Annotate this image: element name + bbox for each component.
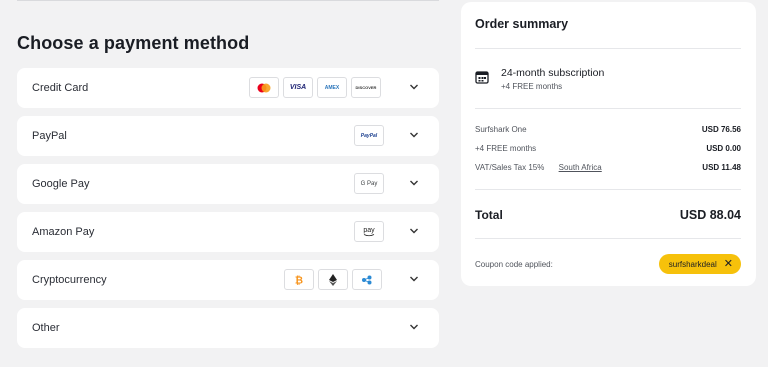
line-item-label: +4 FREE months [475,144,537,153]
divider [475,189,741,190]
payment-method-label: PayPal [32,130,67,142]
amazon-pay-logos: pay [354,221,384,242]
chevron-down-icon [410,324,418,330]
payment-method-list: Credit Card VISA AMEX DISCOVER PayPal Pa… [17,68,439,356]
payment-method-label: Cryptocurrency [32,274,107,286]
order-summary-title: Order summary [475,17,569,31]
coupon-code: surfsharkdeal [668,259,717,269]
mastercard-icon [249,77,279,98]
divider [475,48,741,49]
chevron-down-icon [410,180,418,186]
plan-name: 24-month subscription [501,67,605,79]
payment-method-cryptocurrency[interactable]: Cryptocurrency ₿ [17,260,439,300]
page-title: Choose a payment method [17,33,250,53]
order-total: Total USD 88.04 [475,208,741,222]
total-label: Total [475,208,503,222]
line-item-label: Surfshark One [475,125,527,134]
calendar-icon [475,71,489,84]
visa-icon: VISA [283,77,313,98]
amazon-pay-icon: pay [354,221,384,242]
discover-icon: DISCOVER [351,77,381,98]
google-pay-logos: G Pay [354,173,384,194]
coupon-label: Coupon code applied: [475,260,553,269]
payment-method-label: Google Pay [32,178,90,190]
close-icon[interactable]: ✕ [724,258,733,270]
payment-method-label: Credit Card [32,82,89,94]
coupon-chip[interactable]: surfsharkdeal ✕ [658,254,741,274]
payment-method-other[interactable]: Other [17,308,439,348]
crypto-logos: ₿ [284,269,382,290]
paypal-icon: PayPal [354,125,384,146]
line-item: Surfshark One USD 76.56 [475,125,741,134]
payment-method-label: Amazon Pay [32,226,95,238]
payment-method-label: Other [32,322,60,334]
chevron-down-icon [410,228,418,234]
card-logos: VISA AMEX DISCOVER [249,77,381,98]
line-item-amount: USD 76.56 [701,125,741,134]
chevron-down-icon [410,132,418,138]
ripple-icon [352,269,382,290]
google-pay-icon: G Pay [354,173,384,194]
payment-method-paypal[interactable]: PayPal PayPal [17,116,439,156]
plan-bonus: +4 FREE months [501,82,563,91]
payment-method-credit-card[interactable]: Credit Card VISA AMEX DISCOVER [17,68,439,108]
order-summary-card: Order summary 24-month subscription +4 F… [461,2,756,286]
paypal-logos: PayPal [354,125,384,146]
line-item: +4 FREE months USD 0.00 [475,144,741,153]
payment-method-amazon-pay[interactable]: Amazon Pay pay [17,212,439,252]
line-item-label: VAT/Sales Tax 15% [475,163,545,172]
amex-icon: AMEX [317,77,347,98]
line-item-amount: USD 0.00 [706,144,741,153]
bitcoin-icon: ₿ [284,269,314,290]
amazon-pay-text: pay [363,226,375,234]
divider [475,238,741,239]
payment-method-google-pay[interactable]: Google Pay G Pay [17,164,439,204]
ethereum-icon [318,269,348,290]
divider [475,108,741,109]
chevron-down-icon [410,84,418,90]
line-item-amount: USD 11.48 [702,163,741,172]
chevron-down-icon [410,276,418,282]
total-amount: USD 88.04 [679,208,741,222]
tax-country-link[interactable]: South Africa [559,163,602,172]
section-divider [17,0,439,1]
line-item: VAT/Sales Tax 15% South Africa USD 11.48 [475,163,741,172]
svg-text:₿: ₿ [295,275,303,285]
